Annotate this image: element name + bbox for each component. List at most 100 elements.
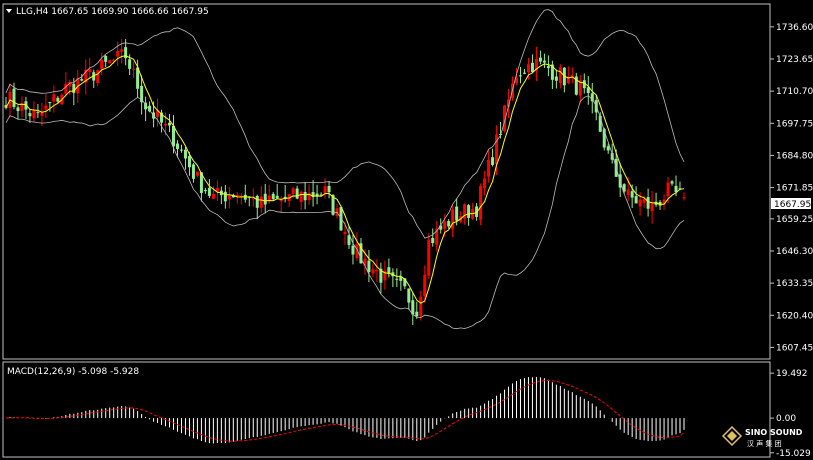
candle-body: [195, 171, 199, 176]
candle-body: [116, 51, 120, 57]
candle-body: [630, 191, 634, 198]
current-price-tag: 1667.95: [771, 198, 811, 210]
candle-body: [638, 199, 642, 207]
candle-body: [487, 159, 491, 177]
candle-body: [483, 178, 487, 189]
candle-body: [263, 193, 267, 205]
candle-body: [44, 105, 48, 110]
candle-body: [367, 260, 371, 272]
candle-body: [371, 269, 375, 274]
candle-body: [295, 188, 299, 199]
candle-body: [518, 75, 522, 77]
candle-body: [187, 156, 191, 168]
logo-tagline-text: 汉 声 集 团: [747, 439, 782, 448]
macd-tick-label: 19.492: [776, 369, 808, 379]
candle-body: [451, 209, 455, 230]
candle-body: [415, 311, 419, 317]
candle-body: [108, 60, 112, 64]
candle-body: [674, 185, 678, 193]
symbol-ohlc-label: LLG,H4 1667.65 1669.90 1666.66 1667.95: [16, 7, 209, 17]
candle-body: [455, 206, 459, 221]
candle-body: [96, 70, 100, 83]
candle-body: [32, 110, 36, 119]
candle-body: [191, 164, 195, 179]
candle-body: [666, 182, 670, 197]
candle-body: [554, 76, 558, 81]
price-tick-label: 1684.80: [776, 151, 813, 161]
candle-body: [670, 181, 674, 184]
candle-body: [227, 195, 231, 200]
candle-body: [56, 97, 60, 102]
candle-body: [255, 195, 259, 208]
candle-body: [16, 107, 20, 112]
candle-body: [427, 239, 431, 276]
candle-body: [395, 278, 399, 280]
candle-body: [207, 187, 211, 196]
candle-body: [682, 197, 686, 199]
candle-body: [303, 191, 307, 201]
candle-body: [479, 185, 483, 220]
candle-body: [431, 237, 435, 244]
macd-tick-label: 0.00: [776, 414, 796, 424]
candle-body: [526, 64, 530, 73]
price-tick-label: 1607.45: [776, 343, 813, 353]
candle-body: [626, 189, 630, 196]
candle-body: [52, 94, 56, 102]
candle-body: [407, 288, 411, 303]
candle-body: [12, 88, 16, 107]
price-tick-label: 1671.85: [776, 184, 813, 194]
candle-body: [168, 122, 172, 126]
candle-body: [491, 157, 495, 165]
candle-body: [28, 113, 32, 117]
candle-body: [88, 69, 92, 73]
candle-body: [522, 72, 526, 74]
candle-body: [411, 300, 415, 315]
candle-body: [363, 258, 367, 266]
candle-body: [132, 68, 136, 70]
candle-body: [343, 231, 347, 235]
candle-body: [538, 57, 542, 62]
price-tick-label: 1633.35: [776, 279, 813, 289]
macd-tick-label: -15.029: [776, 449, 811, 459]
candle-body: [259, 196, 263, 208]
candle-body: [164, 123, 168, 126]
candle-body: [546, 66, 550, 69]
candle-body: [606, 146, 610, 151]
candle-body: [646, 197, 650, 209]
chart-background: [0, 0, 813, 460]
macd-label: MACD(12,26,9) -5.098 -5.928: [7, 367, 139, 377]
price-tick-label: 1659.25: [776, 215, 813, 225]
candle-body: [642, 199, 646, 203]
chart-root: LLG,H4 1667.65 1669.90 1666.66 1667.95 M…: [0, 0, 813, 460]
price-tick-label: 1723.65: [776, 55, 813, 65]
candle-body: [40, 112, 44, 116]
candle-body: [183, 149, 187, 159]
price-tick-label: 1646.30: [776, 247, 813, 257]
candle-body: [175, 143, 179, 150]
candle-body: [128, 59, 132, 69]
candle-body: [558, 67, 562, 84]
candle-body: [375, 270, 379, 272]
candle-body: [542, 60, 546, 63]
candle-body: [104, 55, 108, 62]
price-tick-label: 1710.70: [776, 87, 813, 97]
candle-body: [211, 193, 215, 199]
candle-body: [275, 195, 279, 199]
candle-body: [299, 191, 303, 202]
candle-body: [650, 202, 654, 212]
candle-body: [271, 193, 275, 200]
candle-body: [120, 49, 124, 52]
logo-brand-text: SINO SOUND: [745, 428, 803, 437]
candle-body: [327, 185, 331, 193]
candle-body: [323, 186, 327, 194]
candle-body: [419, 296, 423, 316]
current-price-text: 1667.95: [774, 200, 811, 210]
candle-body: [100, 59, 104, 70]
candle-body: [467, 205, 471, 218]
candle-body: [179, 149, 183, 151]
candle-body: [223, 191, 227, 202]
candle-body: [291, 188, 295, 194]
price-tick-label: 1620.40: [776, 311, 813, 321]
price-tick-label: 1736.60: [776, 23, 813, 33]
candle-body: [80, 79, 84, 81]
